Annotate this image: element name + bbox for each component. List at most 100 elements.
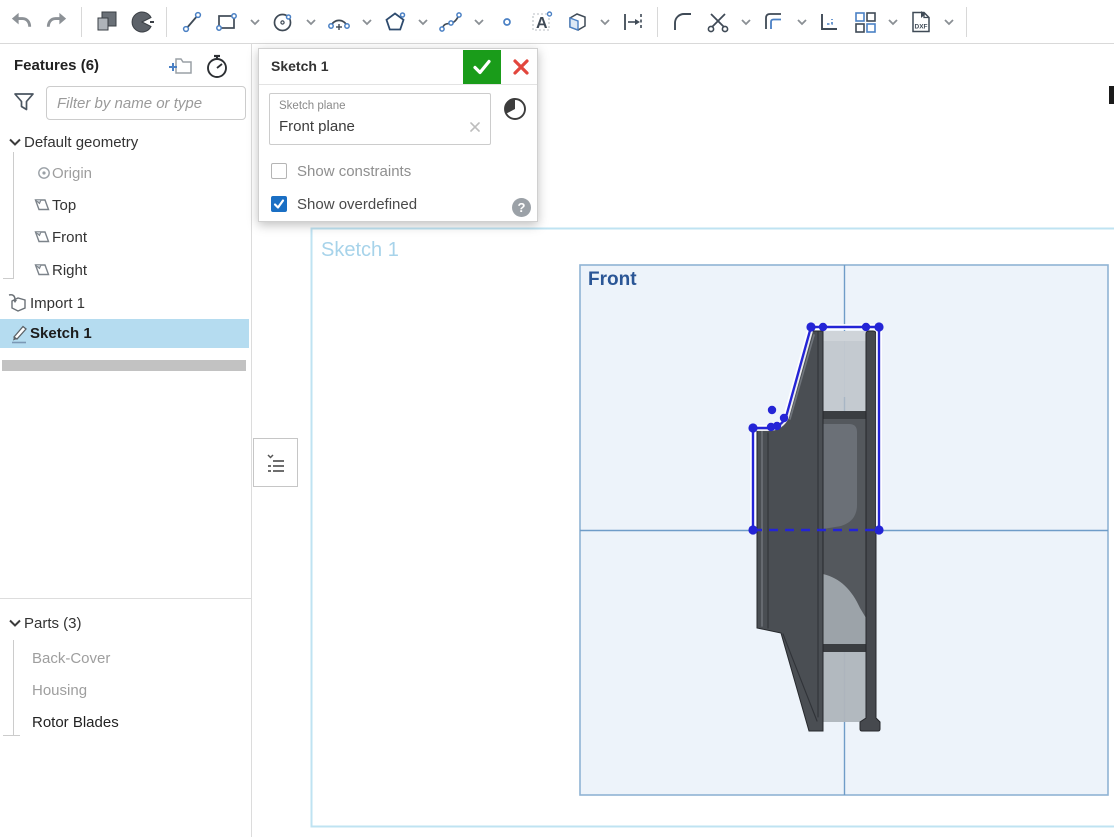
part-item-rotor-blades[interactable]: Rotor Blades <box>0 707 252 737</box>
features-panel: Features (6) Default geometry Origin Top… <box>0 44 252 837</box>
text-tool-icon[interactable]: A <box>528 8 555 35</box>
spline-tool-icon[interactable] <box>437 8 464 35</box>
extrude-icon[interactable] <box>93 8 120 35</box>
show-constraints-checkbox-row[interactable]: Show constraints <box>271 161 411 181</box>
dxf-import-icon[interactable]: DXF <box>907 8 934 35</box>
tree-item-right[interactable]: Right <box>0 255 252 285</box>
tree-item-label: Front <box>52 229 87 246</box>
plane-icon <box>32 195 52 215</box>
line-tool-icon[interactable] <box>178 8 205 35</box>
sketch-toolbar: A DXF <box>0 0 1114 44</box>
new-folder-icon[interactable] <box>168 53 194 79</box>
show-constraints-label: Show constraints <box>297 163 411 180</box>
filter-row <box>0 86 252 122</box>
tree-node-default-geometry[interactable]: Default geometry <box>0 127 252 157</box>
tree-item-front[interactable]: Front <box>0 222 252 252</box>
trim-icon[interactable] <box>704 8 731 35</box>
import-icon <box>6 291 30 315</box>
parts-header-row[interactable]: Parts (3) <box>0 608 252 638</box>
confirm-button[interactable] <box>463 50 501 84</box>
tree-node-label: Default geometry <box>24 134 138 151</box>
mirror-icon[interactable] <box>619 8 646 35</box>
stopwatch-icon[interactable] <box>204 53 230 79</box>
tree-item-origin[interactable]: Origin <box>0 158 252 188</box>
chevron-down-icon[interactable] <box>6 133 24 151</box>
tree-item-label: Sketch 1 <box>30 325 92 342</box>
svg-text:DXF: DXF <box>914 23 927 30</box>
spline-dropdown-icon[interactable] <box>472 8 485 35</box>
panel-divider <box>0 598 252 599</box>
sketch-dialog: Sketch 1 Sketch plane Front plane Show c… <box>258 48 538 222</box>
arc-tool-icon[interactable] <box>325 8 352 35</box>
chevron-down-icon[interactable] <box>6 614 24 632</box>
fillet-icon[interactable] <box>669 8 696 35</box>
feature-list-flyout-tab[interactable] <box>253 438 298 487</box>
dialog-titlebar: Sketch 1 <box>259 49 537 85</box>
trim-dropdown-icon[interactable] <box>739 8 752 35</box>
canvas-sketch-label: Sketch 1 <box>321 239 399 262</box>
rectangle-dropdown-icon[interactable] <box>248 8 261 35</box>
check-icon <box>471 56 493 78</box>
point-tool-icon[interactable] <box>493 8 520 35</box>
tree-item-top[interactable]: Top <box>0 190 252 220</box>
polygon-dropdown-icon[interactable] <box>416 8 429 35</box>
scrollbar-thumb[interactable] <box>1109 86 1114 104</box>
polygon-tool-icon[interactable] <box>381 8 408 35</box>
help-icon[interactable]: ? <box>512 198 531 217</box>
rollback-bar[interactable] <box>2 360 246 371</box>
part-item-housing[interactable]: Housing <box>0 675 252 705</box>
sketch-plane-field[interactable]: Sketch plane Front plane <box>269 93 491 145</box>
features-header-title: Features (6) <box>14 57 99 74</box>
dimension-icon[interactable] <box>816 8 843 35</box>
svg-text:A: A <box>536 15 548 32</box>
toolbar-divider <box>657 7 658 37</box>
show-constraints-checkbox[interactable] <box>271 163 287 179</box>
toolbar-divider <box>81 7 82 37</box>
filter-funnel-icon[interactable] <box>12 90 36 114</box>
canvas-plane-label: Front <box>588 269 637 291</box>
toolbar-divider <box>966 7 967 37</box>
offset-icon[interactable] <box>760 8 787 35</box>
pattern-icon[interactable] <box>851 8 878 35</box>
circle-tool-icon[interactable] <box>269 8 296 35</box>
part-item-back-cover[interactable]: Back-Cover <box>0 643 252 673</box>
show-overdefined-checkbox-row[interactable]: Show overdefined <box>271 194 417 214</box>
plane-icon <box>32 260 52 280</box>
use-project-icon[interactable] <box>563 8 590 35</box>
sketch-state-pie-icon[interactable] <box>502 96 528 122</box>
toolbar-divider <box>166 7 167 37</box>
tree-item-label: Import 1 <box>30 295 85 312</box>
tree-item-label: Origin <box>52 165 92 182</box>
sketch-plane-label: Sketch plane <box>279 100 346 112</box>
check-icon <box>273 198 285 210</box>
features-panel-header: Features (6) <box>0 50 252 80</box>
rectangle-tool-icon[interactable] <box>213 8 240 35</box>
tree-item-sketch-selected[interactable]: Sketch 1 <box>0 319 249 348</box>
feature-list-icon <box>263 450 289 476</box>
revolve-icon[interactable] <box>128 8 155 35</box>
part-item-label: Rotor Blades <box>32 714 119 731</box>
cancel-button[interactable] <box>505 50 537 84</box>
arc-dropdown-icon[interactable] <box>360 8 373 35</box>
tree-item-label: Top <box>52 197 76 214</box>
part-item-label: Housing <box>32 682 87 699</box>
show-overdefined-label: Show overdefined <box>297 196 417 213</box>
show-overdefined-checkbox[interactable] <box>271 196 287 212</box>
close-icon <box>512 58 530 76</box>
dialog-title: Sketch 1 <box>271 58 329 74</box>
pattern-dropdown-icon[interactable] <box>886 8 899 35</box>
circle-dropdown-icon[interactable] <box>304 8 317 35</box>
offset-dropdown-icon[interactable] <box>795 8 808 35</box>
undo-icon[interactable] <box>8 8 35 35</box>
redo-icon[interactable] <box>43 8 70 35</box>
clear-selection-icon[interactable] <box>468 120 484 136</box>
filter-input[interactable] <box>46 86 246 120</box>
origin-icon <box>36 165 52 181</box>
tree-item-label: Right <box>52 262 87 279</box>
sketch-pencil-icon <box>8 323 30 345</box>
tree-item-import[interactable]: Import 1 <box>0 288 252 318</box>
use-project-dropdown-icon[interactable] <box>598 8 611 35</box>
sketch-plane-value: Front plane <box>279 118 355 135</box>
dxf-dropdown-icon[interactable] <box>942 8 955 35</box>
plane-icon <box>32 227 52 247</box>
